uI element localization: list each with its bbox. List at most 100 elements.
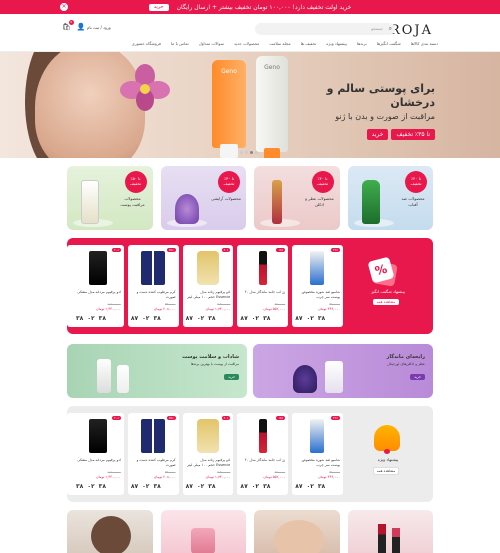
product-price: ۳۶۹,۰۰۰ تومان [318,475,340,479]
banner-buy-button[interactable]: خرید [410,374,425,380]
nav-item[interactable]: تخفیف ها [301,41,317,46]
hero-banner[interactable]: Geno Geno برای پوستی سالم و درخشان مراقب… [0,52,500,158]
special-offers-section: پیشنهاد ویژه مشاهده همه ۲۳٪ شامپو ضد شور… [67,406,433,502]
timer-hours: ۸۷ [295,315,303,322]
perfume-image [293,365,317,393]
login-button[interactable]: 👤 ورود / ثبت نام [77,23,111,31]
fragrance-banner[interactable]: رایحه‌ای ماندگار عطر و ادکلن‌های اورجینا… [253,344,433,398]
countdown-timer: ۳۸ ۰۲ ۸۷ [295,483,325,490]
site-logo[interactable]: ROJA [390,23,433,38]
promo-tile[interactable]: تا ۴۰٪ تخفیف محصولات ضد آفتاب [347,166,433,230]
timer-minutes: ۰۲ [87,483,95,490]
banner-subtitle: مراقبت از پوست با بهترین برندها [190,362,239,366]
product-name: ادو پرفیوم زنانه مدل Essence حجم ۱۰۰ میل… [187,290,231,299]
product-card[interactable]: ۲۳٪ شامپو ضد شوره مخصوص پوست سر چرب ۴۸۰,… [292,245,343,327]
product-old-price: ۶۵۰,۰۰۰ [274,470,286,474]
product-name: شامپو ضد شوره مخصوص پوست سر چرب [301,458,340,467]
timer-seconds: ۳۸ [263,483,271,490]
carousel-dot[interactable] [245,151,248,154]
nav-item[interactable]: دسته بندی کالاها [411,41,438,46]
timer-seconds: ۳۸ [153,483,161,490]
nav-item[interactable]: شگفت انگیزها [377,41,401,46]
product-price: ۵۵۲,۰۰۰ تومان [263,307,286,311]
product-name: شامپو ضد شوره مخصوص پوست سر چرب [301,290,340,299]
product-image [81,180,99,224]
hero-buy-button[interactable]: خرید [366,129,389,140]
nav-item[interactable]: سوالات متداول [199,41,224,46]
tube-brand: Geno [221,68,237,75]
carousel-dot[interactable] [255,151,258,154]
hair-image [91,516,131,553]
carousel-dot[interactable] [240,151,243,154]
nav-item[interactable]: برندها [357,41,367,46]
banner-buy-button[interactable]: خرید [224,374,239,380]
login-label: ورود / ثبت نام [86,25,111,30]
topbar-shop-button[interactable]: خرید [148,3,169,11]
view-all-button[interactable]: مشاهده همه [373,467,399,475]
product-image [89,419,108,453]
product-image [117,365,129,393]
product-image [141,419,166,453]
promo-tile[interactable]: تا ۳۰٪ تخفیف محصولات آرایشی [160,166,246,230]
product-carousel: ۲۳٪ شامپو ضد شوره مخصوص پوست سر چرب ۴۸۰,… [73,413,343,495]
product-image [258,419,267,453]
countdown-timer: ۳۸ ۰۲ ۸۷ [240,315,270,322]
product-name: ادو پرفیوم زنانه مدل Essence حجم ۱۰۰ میل… [187,458,231,467]
timer-seconds: ۳۸ [153,315,161,322]
product-image [89,251,108,285]
category-tile[interactable] [254,510,340,553]
category-tile[interactable] [160,510,246,553]
hero-text: برای پوستی سالم و درخشان مراقبت از صورت … [295,82,435,140]
timer-minutes: ۰۲ [251,315,260,322]
nav-item[interactable]: پیشنهاد ویژه [326,41,347,46]
cart-button[interactable]: 🛍 0 [62,20,74,31]
product-image [258,251,267,285]
promo-tile[interactable]: تا ۵۰٪ تخفیف محصولات مراقبت پوست [67,166,153,230]
timer-hours: ۸۷ [295,483,303,490]
section-title: پیشنهاد شگفت انگیز [371,289,405,294]
product-card[interactable]: ۴۰٪ ادو پرفیوم زنانه مدل Essence حجم ۱۰۰… [182,245,234,327]
product-tube-orange: Geno [212,60,246,158]
product-name: ادو پرفیوم مردانه مدل مشکی [77,290,121,294]
promo-label: محصولات آرایشی [211,196,241,201]
banner-title: رایحه‌ای ماندگار [386,354,425,360]
timer-seconds: ۳۸ [317,483,326,490]
product-card[interactable]: ۲۰٪ ادو پرفیوم مردانه مدل مشکی ۱,۸۰۰,۰۰۰… [73,413,124,495]
product-price: ۳۶۹,۰۰۰ تومان [318,307,340,311]
timer-seconds: ۳۸ [263,315,271,322]
product-name: رژ لب جامد ماندگار مدل ۲۰ [244,458,286,462]
nav-item[interactable]: تماس با ما [171,41,189,46]
nav-item[interactable]: محصولات جدید [234,41,259,46]
timer-minutes: ۰۲ [87,315,95,322]
countdown-timer: ۳۸ ۰۲ ۳۸ [76,315,106,322]
timer-minutes: ۰۲ [142,483,150,490]
product-price: ۱,۴۴۰,۰۰۰ تومان [96,475,121,479]
category-tile[interactable] [67,510,153,553]
product-card[interactable]: ۱۵٪ رژ لب جامد ماندگار مدل ۲۰ ۶۵۰,۰۰۰ ۵۵… [237,245,289,327]
skin-care-banner[interactable]: شاداب و سلامت پوست مراقبت از پوست با بهت… [67,344,247,398]
product-card[interactable]: ۳۵٪ کرم مرطوب کننده دست و صورت ۳۲۰,۰۰۰ ۲… [127,413,179,495]
nav-item[interactable]: فروشگاه حضوری [132,41,161,46]
search-input[interactable]: ⌕ جستجو [255,23,395,35]
nav-item[interactable]: مجله سلامت [269,41,290,46]
carousel-dot-active[interactable] [250,151,253,154]
view-all-button[interactable]: مشاهده همه [373,299,399,305]
product-card[interactable]: ۲۰٪ ادو پرفیوم مردانه مدل مشکی ۱,۸۰۰,۰۰۰… [73,245,124,327]
product-card[interactable]: ۴۰٪ ادو پرفیوم زنانه مدل Essence حجم ۱۰۰… [182,413,234,495]
product-old-price: ۳۲۰,۰۰۰ [164,302,176,306]
banner-subtitle: عطر و ادکلن‌های اورجینال [387,362,425,366]
close-icon[interactable]: × [60,3,68,11]
product-name: ادو پرفیوم مردانه مدل مشکی [77,458,121,462]
search-icon: ⌕ [388,25,392,32]
product-card[interactable]: ۲۳٪ شامپو ضد شوره مخصوص پوست سر چرب ۴۸۰,… [292,413,343,495]
timer-minutes: ۰۲ [251,483,260,490]
product-card[interactable]: ۱۵٪ رژ لب جامد ماندگار مدل ۲۰ ۶۵۰,۰۰۰ ۵۵… [237,413,289,495]
timer-minutes: ۰۲ [306,315,314,322]
promo-badge: تا ۴۰٪ تخفیف [311,171,334,193]
timer-seconds: ۳۸ [98,315,106,322]
product-card[interactable]: ۳۵٪ کرم مرطوب کننده دست و صورت ۳۲۰,۰۰۰ ۲… [127,245,179,327]
timer-hours: ۸۷ [185,483,193,490]
promo-tile[interactable]: تا ۴۰٪ تخفیف محصولات عطر و ادکلن [254,166,340,230]
category-tile[interactable] [347,510,433,553]
discount-badge: ۴۰٪ [221,416,231,420]
